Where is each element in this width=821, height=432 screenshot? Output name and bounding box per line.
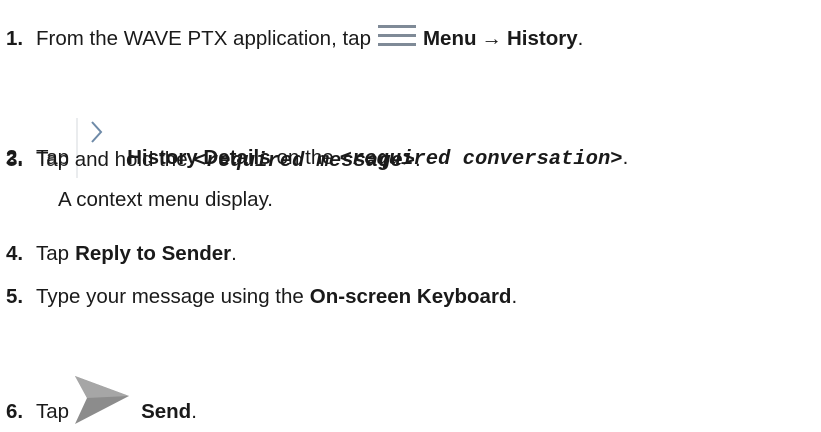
step-number: 6. <box>6 400 24 423</box>
step-3: 3. Tap and hold the <required message> . <box>6 148 421 173</box>
step-text: Type your message using the <box>36 285 304 308</box>
step-result-note: A context menu display. <box>58 188 273 211</box>
menu-icon <box>377 25 417 47</box>
step-1: 1. From the WAVE PTX application, tap Me… <box>6 23 583 51</box>
step-number: 3. <box>6 148 24 171</box>
step-text: Tap <box>36 400 70 423</box>
period: . <box>577 27 584 50</box>
send-label: Send <box>141 400 192 423</box>
arrow: → <box>481 27 503 50</box>
period: . <box>191 400 197 423</box>
step-number: 5. <box>6 285 24 308</box>
send-icon <box>73 374 131 426</box>
period: . <box>415 148 421 171</box>
placeholder-message: <required message> <box>193 150 416 173</box>
period: . <box>622 146 629 169</box>
step-text: From the WAVE PTX application, tap <box>36 27 371 50</box>
period: . <box>231 242 237 265</box>
on-screen-keyboard-label: On-screen Keyboard <box>309 285 512 308</box>
step-text: Tap <box>36 242 70 265</box>
history-label: History <box>507 27 578 50</box>
step-text: Tap and hold the <box>36 148 188 171</box>
step-4: 4. Tap Reply to Sender . <box>6 242 237 266</box>
reply-to-sender-label: Reply to Sender <box>75 242 232 265</box>
step-5: 5. Type your message using the On-screen… <box>6 285 517 309</box>
period: . <box>511 285 518 308</box>
step-number: 1. <box>6 27 24 50</box>
step-number: 4. <box>6 242 24 265</box>
menu-label: Menu <box>422 27 477 50</box>
step-6: 6. Tap Send . <box>6 366 197 424</box>
